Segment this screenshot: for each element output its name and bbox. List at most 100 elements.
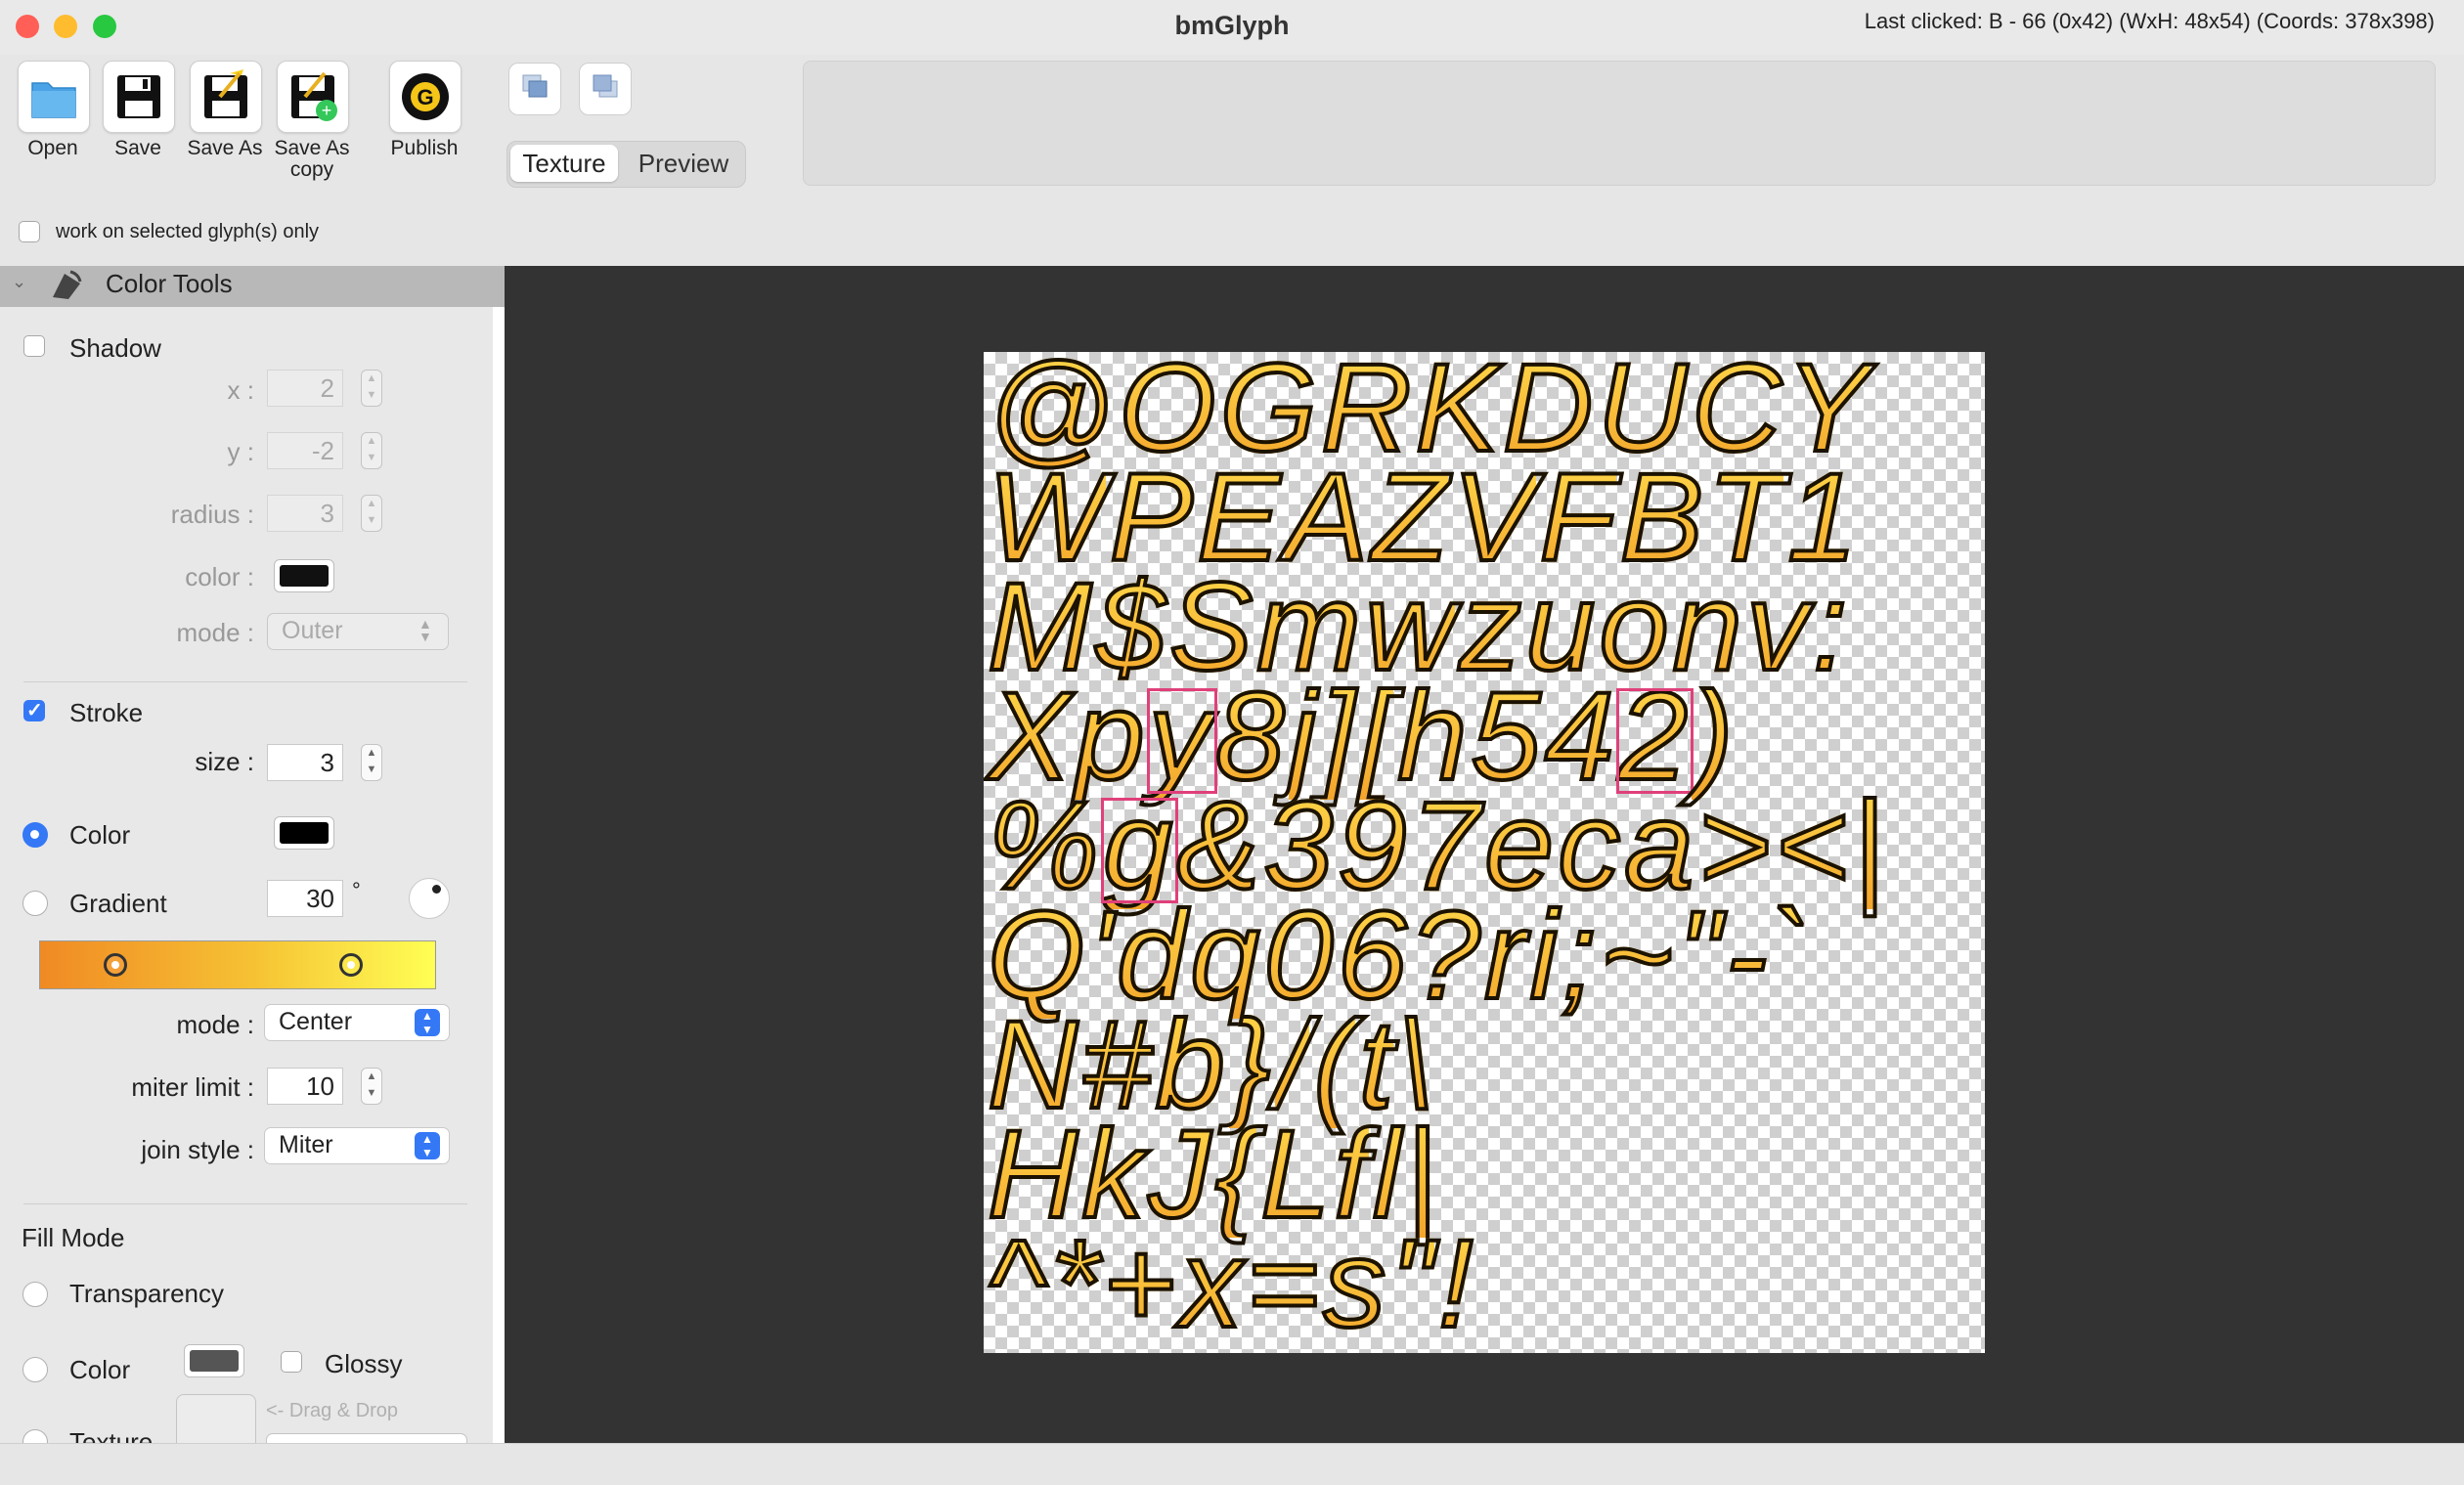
shadow-y-stepper[interactable]: ▲ ▼ [361,432,382,469]
gradient-stop-handle[interactable] [339,953,363,977]
glyph[interactable]: ` [1769,892,1815,1021]
glossy-label: Glossy [325,1349,403,1378]
stack-front-icon [522,74,548,98]
fill-transparency-label: Transparency [69,1279,224,1308]
status-text: Last clicked: B - 66 (0x42) (WxH: 48x54)… [1864,9,2435,33]
join-style-value: Miter [279,1131,333,1158]
miter-limit-label: miter limit : [131,1072,254,1102]
glyph[interactable]: " [1675,892,1723,1021]
texture-atlas[interactable]: @ O G R K D U C Y W P E A Z V F B T 1 M $ Sm w z u o n v: Xp y 8 j][h 5 4… [984,352,1985,1353]
save-button[interactable] [103,61,175,133]
shadow-radius-label: radius : [170,500,254,529]
publish-label: Publish [390,137,459,159]
gradient-stop-handle[interactable] [104,953,127,977]
publish-g-icon: G [402,73,449,120]
stroke-color-well[interactable] [274,816,334,850]
glyph[interactable]: - [1724,892,1770,1021]
send-back-button[interactable] [579,63,632,115]
glyph[interactable]: ~ [1599,892,1676,1021]
texture-drop-well[interactable] [176,1394,256,1444]
shadow-color-well[interactable] [274,559,334,592]
stack-back-icon [593,74,618,98]
status-bar [0,1443,2464,1485]
publish-button[interactable]: G [389,61,462,133]
shadow-y-field[interactable]: -2 [267,432,343,469]
miter-limit-field[interactable]: 10 [267,1068,343,1105]
glyph[interactable]: s [1321,1220,1387,1349]
stroke-label: Stroke [69,698,144,727]
glyph[interactable]: ! [1436,1220,1475,1349]
drag-drop-hint: <- Drag & Drop [266,1400,399,1421]
shadow-x-stepper[interactable]: ▲ ▼ [361,370,382,407]
stroke-mode-chevron-icon: ▲ ▼ [415,1009,440,1036]
shadow-color-label: color : [185,562,254,591]
shadow-x-label: x : [227,375,254,405]
save-label: Save [114,137,161,159]
join-style-chevron-icon: ▲ ▼ [415,1132,440,1159]
stroke-color-label: Color [69,820,131,850]
fill-mode-title: Fill Mode [22,1223,125,1252]
stroke-color-radio[interactable] [22,822,48,848]
fill-color-label: Color [69,1355,131,1384]
fill-color-well[interactable] [184,1344,244,1377]
shadow-radius-stepper[interactable]: ▲ ▼ [361,495,382,532]
save-as-button[interactable] [190,61,262,133]
stroke-mode-value: Center [279,1008,353,1035]
gradient-bar[interactable] [39,940,436,989]
fill-texture-label: Texture [69,1427,154,1443]
floppy-disk-icon [117,75,160,118]
shadow-mode-value: Outer [282,617,343,644]
glyph[interactable]: ; [1560,892,1599,1021]
open-label: Open [27,137,78,159]
glyph[interactable]: " [1387,1220,1435,1349]
glyph[interactable]: | [1850,782,1886,911]
work-on-selected-label: work on selected glyph(s) only [56,221,320,242]
degree-symbol: ° [352,878,361,902]
open-button[interactable] [18,61,90,133]
svg-text:+: + [322,101,332,120]
tab-texture[interactable]: Texture [510,145,618,182]
glyph[interactable]: x [1178,1220,1245,1349]
stroke-size-stepper[interactable]: ▲ ▼ [361,744,382,781]
save-as-icon [204,69,247,118]
svg-text:G: G [417,85,433,109]
miter-limit-stepper[interactable]: ▲ ▼ [361,1068,382,1105]
fill-transparency-radio[interactable] [22,1282,48,1307]
glyph[interactable]: : [1811,563,1850,692]
stroke-gradient-radio[interactable] [22,891,48,916]
stroke-checkbox[interactable] [23,698,45,722]
bring-front-button[interactable] [508,63,561,115]
shadow-mode-chevron-icon: ▲ ▼ [418,616,432,644]
work-on-selected-checkbox[interactable] [19,221,40,242]
chevron-down-icon[interactable]: ⌄ [12,272,26,292]
shadow-checkbox[interactable] [23,335,45,357]
shadow-label: Shadow [69,333,161,363]
tab-preview[interactable]: Preview [626,145,741,182]
section-title: Color Tools [106,269,233,298]
glossy-checkbox[interactable] [281,1351,302,1373]
glyph[interactable]: v [1744,563,1811,692]
shadow-x-field[interactable]: 2 [267,370,343,407]
glyph[interactable]: ^ [986,1220,1048,1349]
glyph[interactable]: r [1482,892,1528,1021]
info-panel [803,61,2436,186]
gradient-angle-field[interactable]: 30 [267,880,343,917]
glyph[interactable]: = [1245,1220,1322,1349]
stroke-size-field[interactable]: 3 [267,744,343,781]
glyph[interactable]: i [1528,892,1561,1021]
save-as-label: Save As [187,137,263,159]
join-style-label: join style : [141,1135,254,1164]
gradient-angle-dial[interactable] [409,878,450,919]
save-as-copy-button[interactable]: + [277,61,349,133]
stroke-gradient-label: Gradient [69,889,167,918]
glyph[interactable]: + [1101,1220,1178,1349]
shadow-mode-label: mode : [176,618,255,647]
divider [23,1203,467,1204]
dial-knob-icon [432,885,441,894]
shadow-y-label: y : [227,437,254,466]
save-as-copy-icon: + [291,71,337,121]
shadow-radius-field[interactable]: 3 [267,495,343,532]
folder-icon [31,82,76,118]
fill-color-radio[interactable] [22,1357,48,1382]
glyph[interactable]: * [1048,1220,1101,1349]
